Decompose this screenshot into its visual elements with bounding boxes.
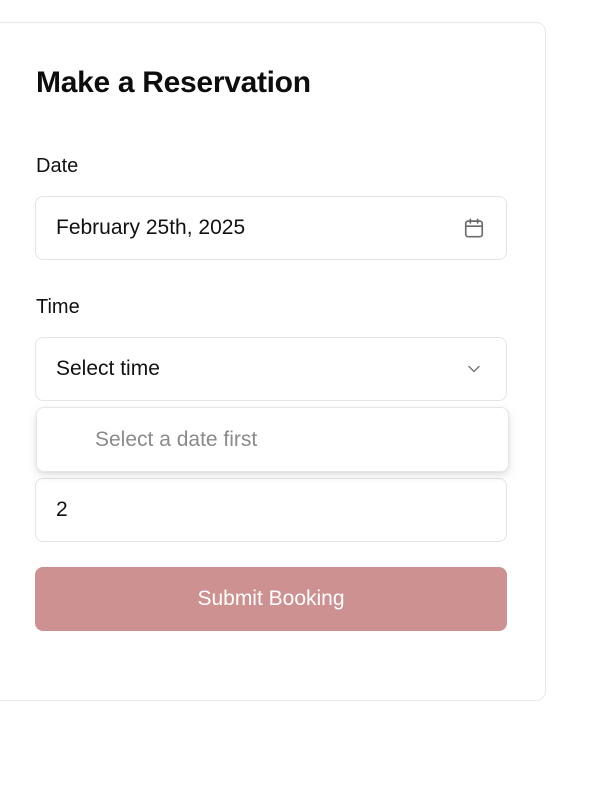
chevron-down-icon: [462, 357, 486, 381]
date-value: February 25th, 2025: [56, 216, 246, 239]
guests-input[interactable]: 2: [35, 478, 507, 542]
calendar-icon: [462, 216, 486, 240]
time-select[interactable]: Select time: [35, 337, 507, 401]
guests-value: 2: [56, 498, 68, 521]
date-picker-button[interactable]: February 25th, 2025: [35, 196, 507, 260]
time-value: Select time: [56, 357, 160, 380]
submit-booking-button[interactable]: Submit Booking: [35, 567, 507, 631]
page-title: Make a Reservation: [36, 66, 311, 99]
time-dropdown-menu: Select a date first: [36, 407, 509, 472]
time-label: Time: [36, 296, 80, 318]
time-dropdown-message: Select a date first: [95, 427, 258, 451]
date-label: Date: [36, 155, 79, 177]
